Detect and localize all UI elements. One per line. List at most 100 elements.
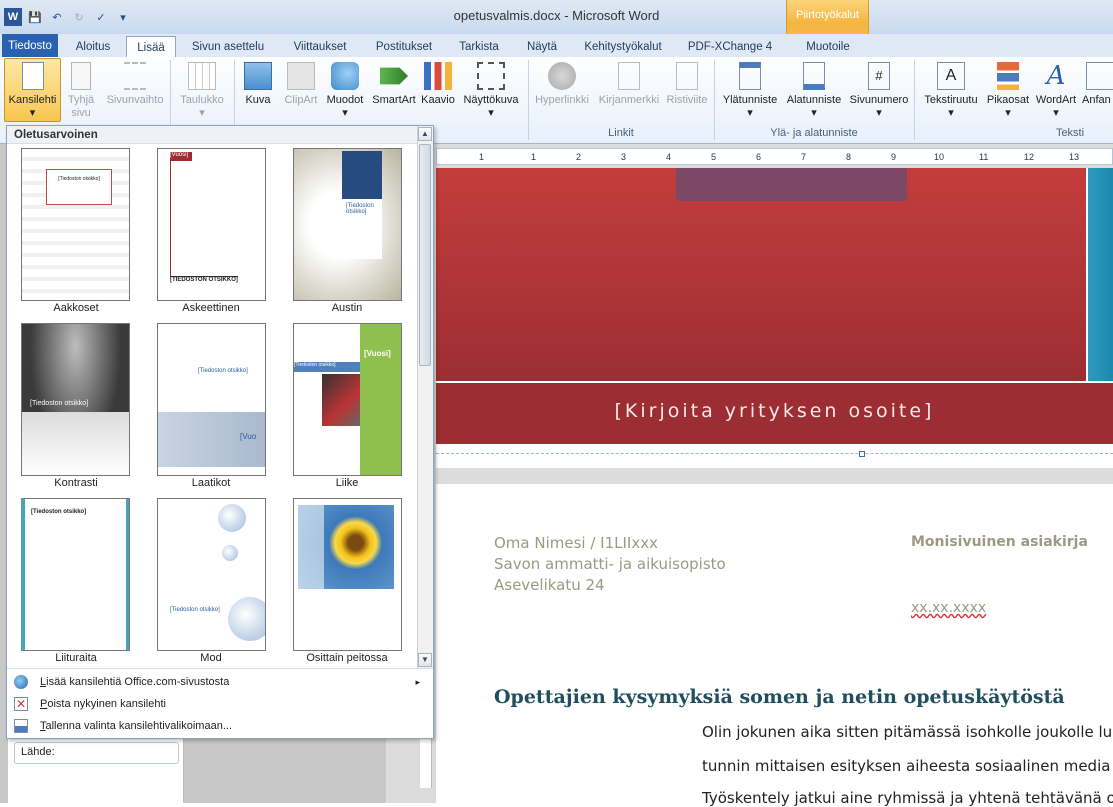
selection-border (436, 453, 1113, 454)
blank-page-label: Tyhjä sivu (67, 94, 95, 119)
thumb-image (322, 374, 360, 426)
thumb-title: [Tiedoston otsikko] (294, 362, 360, 372)
bookmark-button[interactable]: Kirjanmerkki (596, 62, 662, 107)
tab-developer[interactable]: Kehitystyökalut (574, 36, 672, 58)
template-aakkoset[interactable]: [Tiedoston otsikko] (21, 148, 130, 301)
page-break-icon (124, 62, 146, 90)
drop-cap-label: Anfan (1082, 94, 1111, 106)
menu-label: isää kansilehtiä Office.com-sivustosta (46, 676, 230, 688)
wordart-label: WordArt (1035, 94, 1077, 106)
smartart-icon (380, 67, 408, 85)
screenshot-button[interactable]: Näyttökuva ▾ (458, 62, 524, 120)
page-number-button[interactable]: # Sivunumero ▾ (846, 62, 912, 120)
body-line[interactable]: Olin jokunen aika sitten pitämässä isohk… (702, 723, 1113, 741)
document-page (436, 484, 1113, 803)
body-line[interactable]: tunnin mittaisen esityksen aiheesta sosi… (702, 757, 1113, 775)
hyperlink-button[interactable]: Hyperlinkki (532, 62, 592, 107)
smartart-button[interactable]: SmartArt (370, 62, 418, 107)
chart-icon (424, 62, 452, 90)
template-label: Austin (331, 302, 363, 314)
tab-mailings[interactable]: Postitukset (366, 36, 442, 58)
footer-button[interactable]: Alatunniste ▾ (782, 62, 846, 120)
document-type[interactable]: Monisivuinen asiakirja (911, 534, 1088, 550)
text-box-button[interactable]: A Tekstiruutu ▾ (918, 62, 984, 120)
drop-cap-button[interactable]: Anfan (1082, 62, 1113, 107)
footer-label: Alatunniste (786, 94, 842, 106)
bookmark-label: Kirjanmerkki (598, 94, 660, 106)
template-label: Laatikot (191, 477, 231, 489)
more-cover-pages-menu-item[interactable]: Lisää kansilehtiä Office.com-sivustosta … (8, 671, 428, 693)
template-mod[interactable]: [Tiedoston otsikko] (157, 498, 266, 651)
document-date[interactable]: xx.xx.xxxx (911, 600, 986, 616)
tab-page-layout[interactable]: Sivun asettelu (182, 36, 274, 58)
scroll-down-button[interactable]: ▼ (418, 653, 432, 667)
wordart-button[interactable]: A WordArt ▾ (1032, 62, 1080, 120)
template-liituraita[interactable]: [Tiedoston otsikko] (21, 498, 130, 651)
horizontal-ruler[interactable]: 1 1 2 3 4 5 6 7 8 9 10 11 12 13 14 (436, 148, 1113, 165)
shapes-button[interactable]: Muodot ▾ (322, 62, 368, 120)
picture-icon (244, 62, 272, 90)
scroll-thumb[interactable] (419, 144, 431, 366)
blank-page-button[interactable]: Tyhjä sivu (62, 62, 100, 120)
tab-pdf-xchange[interactable]: PDF-XChange 4 (680, 36, 780, 58)
cover-page-button[interactable]: Kansilehti ▾ (4, 62, 61, 120)
company-address-placeholder[interactable]: [Kirjoita yrityksen osoite] (436, 400, 1113, 422)
screenshot-label: Näyttökuva (463, 94, 519, 106)
cover-page-icon (21, 62, 44, 90)
thumb-overlay (298, 505, 324, 589)
thumb-title: [Tiedoston otsikko] (198, 368, 248, 374)
tab-format[interactable]: Muotoile (790, 36, 866, 58)
template-kontrasti[interactable]: [Tiedoston otsikko] (21, 323, 130, 476)
header-button[interactable]: Ylätunniste ▾ (718, 62, 782, 120)
thumb-line (170, 161, 171, 276)
body-line[interactable]: Työskentely jatkui aine ryhmissä ja yhte… (702, 789, 1113, 807)
template-askeettinen[interactable]: [Vuosi] [TIEDOSTON OTSIKKO] (157, 148, 266, 301)
thumb-title: [Tiedoston otsikko] (170, 607, 220, 613)
document-heading[interactable]: Opettajien kysymyksiä somen ja netin ope… (494, 686, 1065, 708)
footer-icon (803, 62, 825, 90)
scroll-up-button[interactable]: ▲ (418, 127, 432, 141)
tab-file[interactable]: Tiedosto (2, 34, 58, 58)
template-osittain-peitossa[interactable] (293, 498, 402, 651)
author-address[interactable]: Asevelikatu 24 (494, 576, 605, 594)
picture-button[interactable]: Kuva (240, 62, 276, 107)
thumb-block (342, 151, 382, 199)
thumb-year: [Vuo (240, 432, 257, 441)
remove-cover-page-menu-item[interactable]: ✕ Poista nykyinen kansilehti (8, 693, 428, 715)
tab-insert[interactable]: Lisää (126, 36, 176, 59)
author-organization[interactable]: Savon ammatti- ja aikuisopisto (494, 555, 726, 573)
template-liike[interactable]: [Vuosi] [Tiedoston otsikko] (293, 323, 402, 476)
table-icon (188, 62, 216, 90)
save-to-gallery-menu-item[interactable]: Tallenna valinta kansilehtivalikoimaan..… (8, 715, 428, 737)
quick-parts-button[interactable]: Pikaosat ▾ (984, 62, 1032, 120)
hyperlink-label: Hyperlinkki (535, 94, 589, 106)
menu-separator (7, 668, 433, 669)
cross-reference-button[interactable]: Ristiviite (664, 62, 710, 107)
template-laatikot[interactable]: [Tiedoston otsikko] [Vuo (157, 323, 266, 476)
thumb-circle (228, 597, 265, 641)
tab-references[interactable]: Viittaukset (282, 36, 358, 58)
table-button[interactable]: Taulukko ▾ (174, 62, 230, 120)
chart-button[interactable]: Kaavio (420, 62, 456, 107)
screenshot-icon (477, 62, 505, 90)
clipart-button[interactable]: ClipArt (280, 62, 322, 107)
cover-purple-block (676, 168, 907, 201)
resize-handle[interactable] (859, 451, 865, 457)
tab-home[interactable]: Aloitus (66, 36, 120, 58)
template-label: Askeettinen (182, 302, 240, 314)
page-break-button[interactable]: Sivunvaihto (104, 62, 166, 107)
template-label: Liike (335, 477, 359, 489)
page-number-label: Sivunumero (849, 94, 909, 106)
thumb-circle (222, 545, 238, 561)
tab-review[interactable]: Tarkista (450, 36, 508, 58)
source-field[interactable]: Lähde: (14, 742, 179, 764)
cross-reference-icon (676, 62, 698, 90)
submenu-arrow-icon: ▸ (415, 677, 420, 687)
save-selection-icon (14, 719, 28, 733)
template-austin[interactable]: [Tiedoston otsikko] (293, 148, 402, 301)
author-name[interactable]: Oma Nimesi / I1LIIxxx (494, 534, 658, 552)
clipart-icon (287, 62, 315, 90)
tab-view[interactable]: Näytä (516, 36, 568, 58)
menu-label: oista nykyinen kansilehti (47, 698, 166, 710)
thumb-title: [TIEDOSTON OTSIKKO] (170, 276, 238, 283)
